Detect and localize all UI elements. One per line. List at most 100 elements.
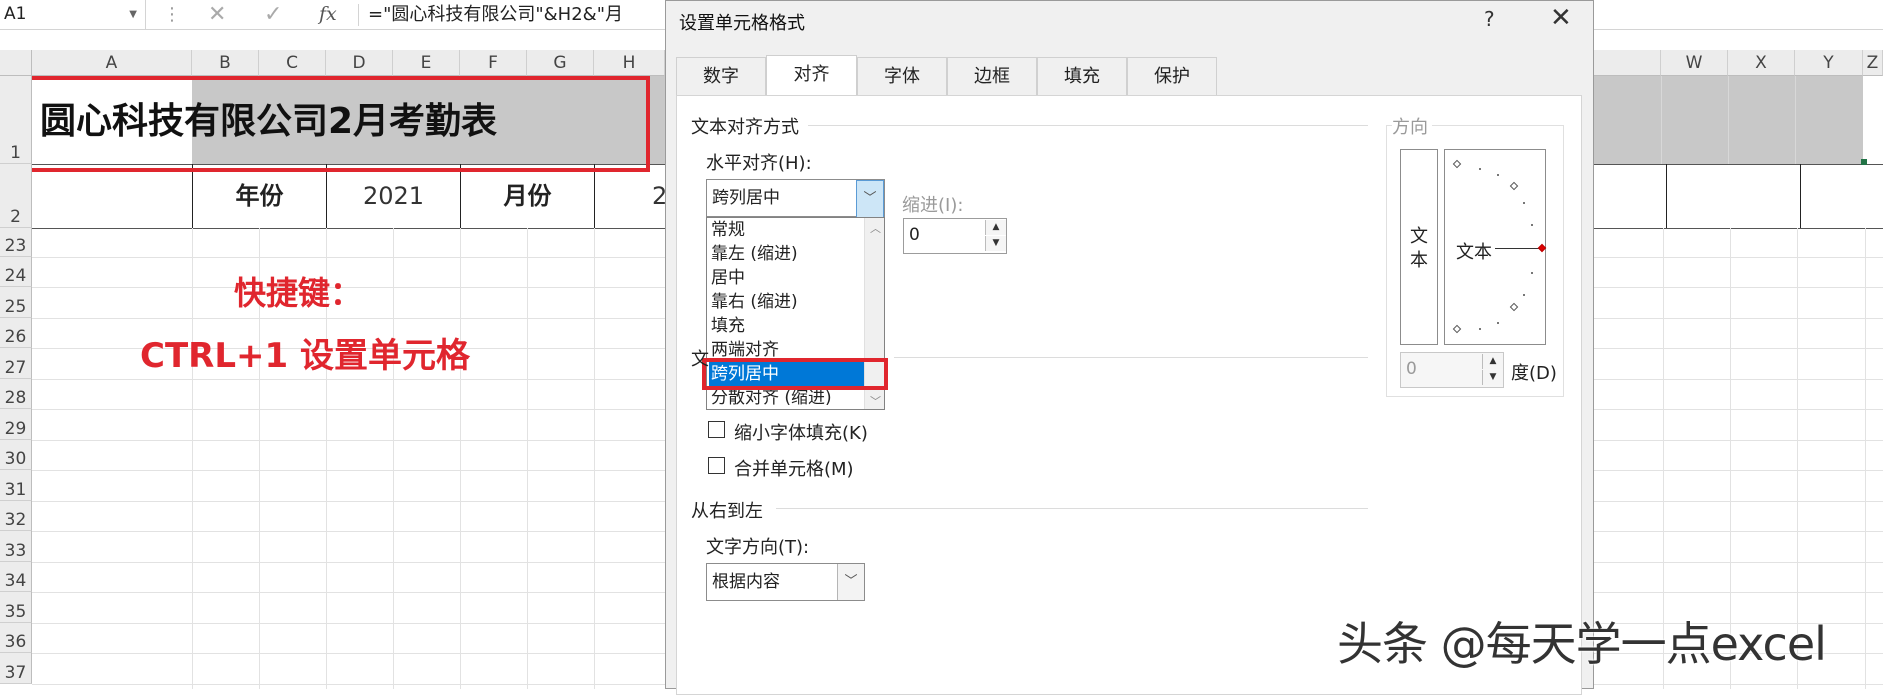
option-fill[interactable]: 填充 [709, 314, 884, 338]
group-divider [894, 357, 1368, 358]
dial-tick-icon [1509, 181, 1519, 191]
column-header-w[interactable]: W [1661, 50, 1728, 76]
tab-protection[interactable]: 保护 [1127, 57, 1217, 95]
insert-function-icon[interactable]: fx [319, 0, 337, 29]
degrees-label: 度(D) [1511, 363, 1557, 384]
column-header-x[interactable]: X [1728, 50, 1795, 76]
option-general[interactable]: 常规 [709, 218, 884, 242]
cell-border [594, 164, 595, 228]
option-center[interactable]: 居中 [709, 266, 884, 290]
column-header-y[interactable]: Y [1795, 50, 1863, 76]
tab-number[interactable]: 数字 [676, 57, 766, 95]
column-header-h[interactable]: H [594, 50, 665, 76]
dial-tick-icon [1452, 159, 1462, 169]
row-header-24[interactable]: 24 [0, 257, 32, 287]
dial-pointer-line [1495, 248, 1541, 249]
text-direction-select[interactable]: 根据内容 ﹀ [706, 563, 865, 601]
column-header-d[interactable]: D [326, 50, 393, 76]
vertical-text-button[interactable]: 文 本 [1400, 149, 1438, 345]
row-header-25[interactable]: 25 [0, 287, 32, 318]
tab-font[interactable]: 字体 [857, 57, 947, 95]
dial-dot [1523, 202, 1525, 204]
chevron-down-icon[interactable]: ﹀ [870, 393, 881, 409]
row-header-30[interactable]: 30 [0, 440, 32, 470]
dial-tick-icon [1452, 324, 1462, 334]
column-header-e[interactable]: E [393, 50, 460, 76]
row-header-37[interactable]: 37 [0, 653, 32, 684]
help-button[interactable]: ? [1484, 7, 1495, 31]
row-header-29[interactable]: 29 [0, 409, 32, 440]
group-divider [808, 125, 1368, 126]
option-left-indent[interactable]: 靠左 (缩进) [709, 242, 884, 266]
chevron-down-icon[interactable]: ﹀ [837, 564, 864, 600]
dial-dot [1497, 322, 1499, 324]
rtl-group-label: 从右到左 [691, 497, 767, 523]
column-header-c[interactable]: C [259, 50, 326, 76]
formula-input[interactable]: ="圆心科技有限公司"&H2&"月 [368, 0, 623, 29]
tab-border[interactable]: 边框 [947, 57, 1037, 95]
formula-bar-grip-icon: ⋮ [163, 4, 181, 25]
row-header-27[interactable]: 27 [0, 348, 32, 379]
row-header-28[interactable]: 28 [0, 379, 32, 409]
row-header-34[interactable]: 34 [0, 562, 32, 592]
vertical-text-char: 文 [1410, 226, 1428, 247]
close-button[interactable]: ✕ [1550, 3, 1572, 33]
col-border [527, 228, 528, 689]
row-header-33[interactable]: 33 [0, 531, 32, 562]
month-value-cell[interactable]: 2 [652, 164, 665, 228]
formula-divider [358, 4, 359, 26]
name-box[interactable]: A1 ▼ [0, 0, 146, 29]
spin-up-icon[interactable]: ▲ [985, 220, 1006, 235]
orientation-dial[interactable]: 文本 [1444, 149, 1547, 345]
col-border [594, 228, 595, 689]
year-value-cell[interactable]: 2021 [327, 164, 460, 228]
column-header-b[interactable]: B [192, 50, 259, 76]
dial-handle-icon[interactable] [1537, 243, 1547, 253]
merge-cells-checkbox[interactable] [708, 457, 725, 474]
row-header-2[interactable]: 2 [0, 164, 32, 228]
column-header-g[interactable]: G [527, 50, 594, 76]
spin-down-icon[interactable]: ▼ [985, 236, 1006, 251]
row-header-35[interactable]: 35 [0, 592, 32, 623]
column-header-f[interactable]: F [460, 50, 527, 76]
tab-fill[interactable]: 填充 [1037, 57, 1127, 95]
chevron-down-icon[interactable]: ▼ [129, 0, 137, 29]
indent-value: 0 [909, 225, 920, 245]
chevron-down-icon[interactable]: ﹀ [856, 180, 884, 218]
tab-alignment[interactable]: 对齐 [766, 55, 857, 97]
row-header-32[interactable]: 32 [0, 501, 32, 531]
year-label-cell[interactable]: 年份 [193, 164, 326, 228]
indent-spinner[interactable]: 0 ▲ ▼ [903, 218, 1007, 254]
dial-dot [1531, 272, 1533, 274]
select-all-corner[interactable] [0, 50, 32, 76]
cell-border [1666, 164, 1667, 228]
horizontal-alignment-value: 跨列居中 [712, 188, 780, 208]
spin-down-icon[interactable]: ▼ [1482, 370, 1503, 385]
chevron-up-icon[interactable]: ︿ [870, 220, 881, 236]
col-border [1795, 76, 1796, 164]
row-header-23[interactable]: 23 [0, 228, 32, 257]
column-header-a[interactable]: A [32, 50, 192, 76]
month-label-cell[interactable]: 月份 [461, 164, 594, 228]
fill-handle[interactable] [1861, 159, 1867, 165]
vertical-text-char: 本 [1410, 250, 1428, 271]
dial-dot [1479, 328, 1481, 330]
text-alignment-group-label: 文本对齐方式 [691, 113, 803, 139]
column-header-z[interactable]: Z [1863, 50, 1883, 76]
option-right-indent[interactable]: 靠右 (缩进) [709, 290, 884, 314]
shrink-to-fit-checkbox[interactable] [708, 421, 725, 438]
column-header-v[interactable] [1594, 50, 1661, 76]
row-header-1[interactable]: 1 [0, 76, 32, 164]
degrees-spinner[interactable]: 0 ▲ ▼ [1400, 352, 1504, 388]
cancel-icon[interactable]: ✕ [208, 0, 226, 29]
col-border [192, 228, 193, 689]
spin-up-icon[interactable]: ▲ [1482, 354, 1503, 369]
row-header-36[interactable]: 36 [0, 623, 32, 653]
col-border [1728, 76, 1729, 164]
horizontal-alignment-select[interactable]: 跨列居中 ﹀ [706, 179, 885, 218]
row-header-31[interactable]: 31 [0, 470, 32, 501]
row-header-26[interactable]: 26 [0, 318, 32, 348]
shrink-to-fit-label: 缩小字体填充(K) [734, 423, 868, 444]
indent-label: 缩进(I): [902, 195, 964, 216]
enter-icon[interactable]: ✓ [264, 0, 282, 29]
